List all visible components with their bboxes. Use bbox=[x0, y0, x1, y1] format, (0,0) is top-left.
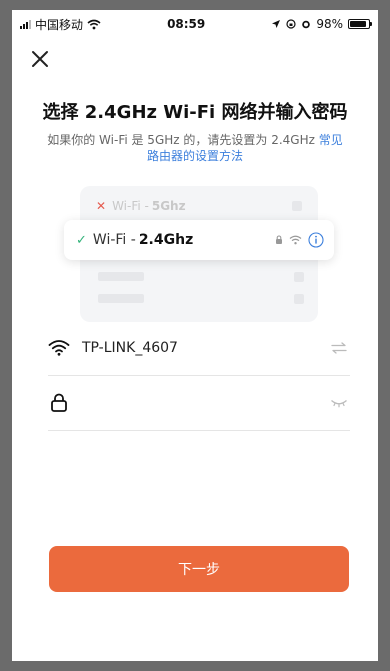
placeholder-square bbox=[294, 272, 304, 282]
close-icon bbox=[32, 51, 48, 67]
alarm-icon bbox=[302, 20, 311, 29]
placeholder-square bbox=[294, 294, 304, 304]
wifi-5g-row: ✕ Wi-Fi - 5Ghz bbox=[96, 196, 306, 216]
app-screen: 中国移动 08:59 98% 选择 2.4GHz Wi-Fi 网络并输入密码 如… bbox=[12, 10, 378, 661]
wifi-5g-band: 5Ghz bbox=[151, 199, 186, 213]
battery-icon bbox=[347, 19, 372, 29]
placeholder-square bbox=[292, 201, 302, 211]
page-subtitle: 如果你的 Wi-Fi 是 5GHz 的，请先设置为 2.4GHz 常见路由器的设… bbox=[42, 132, 348, 164]
wifi-24g-card: ✓ Wi-Fi -2.4Ghz bbox=[64, 220, 334, 260]
wifi-name-input[interactable]: TP-LINK_4607 bbox=[82, 340, 178, 356]
wifi-status-icon bbox=[87, 19, 101, 29]
cross-icon: ✕ bbox=[96, 199, 107, 213]
status-bar: 中国移动 08:59 98% bbox=[12, 10, 378, 38]
device-frame: 中国移动 08:59 98% 选择 2.4GHz Wi-Fi 网络并输入密码 如… bbox=[0, 0, 390, 671]
lock-rotation-icon bbox=[286, 19, 296, 29]
check-icon: ✓ bbox=[76, 232, 87, 248]
close-button[interactable] bbox=[28, 47, 52, 71]
password-field[interactable] bbox=[48, 376, 350, 431]
location-icon bbox=[272, 20, 281, 28]
signal-icon bbox=[20, 19, 31, 29]
switch-network-icon[interactable] bbox=[328, 337, 350, 359]
wifi-24g-prefix: Wi-Fi - bbox=[92, 232, 136, 248]
wifi-24g-label: Wi-Fi -2.4Ghz bbox=[93, 232, 193, 248]
wifi-24g-icons bbox=[275, 232, 324, 248]
wifi-24g-band: 2.4Ghz bbox=[138, 232, 194, 248]
placeholder-bar bbox=[98, 294, 144, 303]
subtitle-text: 如果你的 Wi-Fi 是 5GHz 的，请先设置为 2.4GHz bbox=[47, 133, 315, 147]
status-left: 中国移动 bbox=[20, 16, 101, 33]
page-title: 选择 2.4GHz Wi-Fi 网络并输入密码 bbox=[42, 102, 348, 123]
info-icon[interactable] bbox=[308, 232, 324, 248]
wifi-signal-icon bbox=[289, 235, 302, 245]
placeholder-bar bbox=[98, 272, 144, 281]
wifi-icon bbox=[48, 337, 70, 359]
carrier-label: 中国移动 bbox=[35, 17, 84, 32]
wifi-name-field[interactable]: TP-LINK_4607 bbox=[48, 321, 350, 376]
lock-icon bbox=[276, 235, 282, 244]
lock-icon bbox=[48, 392, 70, 414]
battery-percent: 98% bbox=[316, 17, 343, 31]
next-button[interactable]: 下一步 bbox=[49, 546, 349, 592]
status-time: 08:59 bbox=[167, 17, 206, 31]
status-right: 98% bbox=[271, 17, 372, 31]
wifi-5g-prefix: Wi-Fi - bbox=[112, 199, 149, 213]
eye-closed-icon[interactable] bbox=[328, 392, 350, 414]
